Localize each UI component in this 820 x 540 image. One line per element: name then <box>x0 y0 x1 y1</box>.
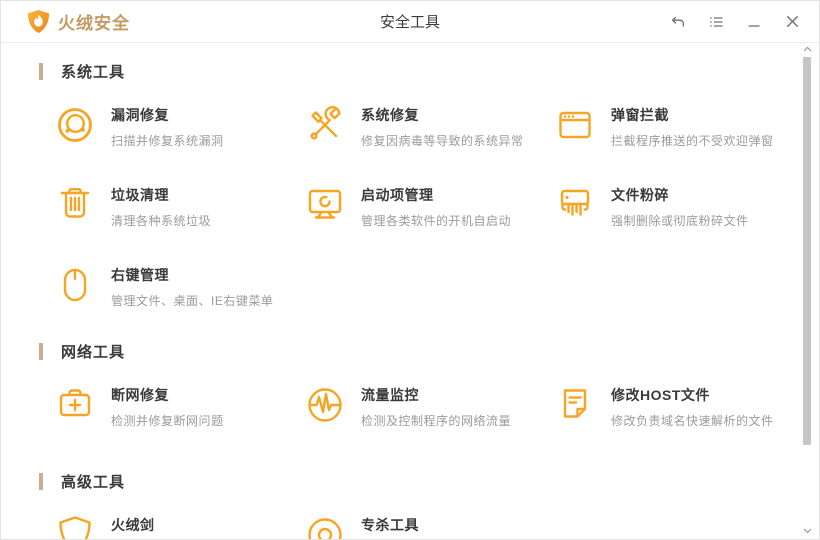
tool-item-special-kill-tool[interactable]: 专杀工具 <box>303 513 553 539</box>
section-accent-bar <box>39 342 43 360</box>
tool-subtitle: 清理各种系统垃圾 <box>111 214 212 228</box>
network-fix-icon <box>53 383 97 427</box>
tool-item-host-file-edit[interactable]: 修改HOST文件修改负责域名快速解析的文件 <box>553 383 809 431</box>
tool-text: 火绒剑 <box>111 513 155 535</box>
scrollbar <box>803 45 812 537</box>
tool-title: 流量监控 <box>361 387 419 403</box>
vulnerability-fix-icon <box>53 103 97 147</box>
right-click-manager-icon <box>53 263 97 307</box>
scroll-down-arrow-icon[interactable] <box>803 526 812 535</box>
brand-name: 火绒安全 <box>58 14 130 33</box>
section-header: 网络工具 <box>39 341 819 361</box>
tool-item-right-click-manager[interactable]: 右键管理管理文件、桌面、IE右键菜单 <box>53 263 303 311</box>
host-file-icon <box>553 383 597 427</box>
section-高级工具: 高级工具火绒剑 专杀工具 <box>1 471 819 539</box>
tool-text: 文件粉碎强制删除或彻底粉碎文件 <box>611 183 749 229</box>
tool-item-junk-clean[interactable]: 垃圾清理清理各种系统垃圾 <box>53 183 303 231</box>
tool-text: 修改HOST文件修改负责域名快速解析的文件 <box>611 383 774 429</box>
tool-subtitle: 管理各类软件的开机自启动 <box>361 214 512 228</box>
window-controls <box>669 13 801 31</box>
scrollbar-thumb[interactable] <box>803 57 811 445</box>
popup-block-icon <box>553 103 597 147</box>
tool-title: 专杀工具 <box>361 517 419 533</box>
tool-subtitle: 强制删除或彻底粉碎文件 <box>611 214 749 228</box>
section-title: 网络工具 <box>61 343 126 361</box>
tool-item-popup-block[interactable]: 弹窗拦截拦截程序推送的不受欢迎弹窗 <box>553 103 809 151</box>
tool-text: 垃圾清理清理各种系统垃圾 <box>111 183 211 229</box>
minimize-icon[interactable] <box>745 13 763 31</box>
section-accent-bar <box>39 472 43 490</box>
tool-subtitle: 检测及控制程序的网络流量 <box>361 414 512 428</box>
section-title: 高级工具 <box>61 473 126 491</box>
tool-title: 启动项管理 <box>361 187 434 203</box>
tool-text: 弹窗拦截拦截程序推送的不受欢迎弹窗 <box>611 103 774 149</box>
tool-title: 修改HOST文件 <box>611 387 710 403</box>
tool-grid: 断网修复检测并修复断网问题 流量监控检测及控制程序的网络流量 修改HOST文件修改负… <box>1 383 819 431</box>
section-accent-bar <box>39 62 43 80</box>
traffic-monitor-icon <box>303 383 347 427</box>
section-网络工具: 网络工具断网修复检测并修复断网问题 流量监控检测及控制程序的网络流量 修改HOST文… <box>1 341 819 431</box>
tool-grid: 漏洞修复扫描并修复系统漏洞 系统修复修复因病毒等导致的系统异常 弹窗拦截拦截程序推送… <box>1 103 819 311</box>
special-kill-icon <box>303 513 347 539</box>
tool-item-startup-manager[interactable]: 启动项管理管理各类软件的开机自启动 <box>303 183 553 231</box>
tool-text: 断网修复检测并修复断网问题 <box>111 383 224 429</box>
huorong-sword-shield-icon <box>53 513 97 539</box>
title-bar: 火绒安全 安全工具 <box>1 1 819 43</box>
huorong-logo-icon <box>27 9 50 34</box>
menu-list-icon[interactable] <box>707 13 725 31</box>
section-title: 系统工具 <box>61 63 126 81</box>
brand: 火绒安全 <box>27 9 130 34</box>
tool-text: 专杀工具 <box>361 513 419 535</box>
tool-title: 右键管理 <box>111 267 169 283</box>
section-header: 系统工具 <box>39 61 819 81</box>
tool-subtitle: 拦截程序推送的不受欢迎弹窗 <box>611 134 774 148</box>
tool-subtitle: 修复因病毒等导致的系统异常 <box>361 134 524 148</box>
tool-text: 启动项管理管理各类软件的开机自启动 <box>361 183 511 229</box>
section-系统工具: 系统工具漏洞修复扫描并修复系统漏洞 系统修复修复因病毒等导致的系统异常 弹窗拦截拦截… <box>1 61 819 311</box>
tool-subtitle: 检测并修复断网问题 <box>111 414 224 428</box>
tool-text: 系统修复修复因病毒等导致的系统异常 <box>361 103 524 149</box>
scroll-up-arrow-icon[interactable] <box>803 45 812 54</box>
tool-item-network-fix[interactable]: 断网修复检测并修复断网问题 <box>53 383 303 431</box>
tool-title: 断网修复 <box>111 387 169 403</box>
tool-title: 火绒剑 <box>111 517 155 533</box>
tool-item-file-shredder[interactable]: 文件粉碎强制删除或彻底粉碎文件 <box>553 183 809 231</box>
system-repair-icon <box>303 103 347 147</box>
tool-grid: 火绒剑 专杀工具 <box>1 513 819 539</box>
tool-subtitle: 管理文件、桌面、IE右键菜单 <box>111 294 274 308</box>
tool-subtitle: 修改负责域名快速解析的文件 <box>611 414 774 428</box>
tool-item-huorong-sword[interactable]: 火绒剑 <box>53 513 303 539</box>
tool-title: 漏洞修复 <box>111 107 169 123</box>
junk-clean-icon <box>53 183 97 227</box>
tools-scroll-area: 系统工具漏洞修复扫描并修复系统漏洞 系统修复修复因病毒等导致的系统异常 弹窗拦截拦截… <box>1 43 819 539</box>
tool-title: 文件粉碎 <box>611 187 669 203</box>
back-arrow-icon[interactable] <box>669 13 687 31</box>
tool-title: 垃圾清理 <box>111 187 169 203</box>
tool-title: 弹窗拦截 <box>611 107 669 123</box>
file-shredder-icon <box>553 183 597 227</box>
startup-manager-icon <box>303 183 347 227</box>
tool-item-system-repair[interactable]: 系统修复修复因病毒等导致的系统异常 <box>303 103 553 151</box>
tool-text: 流量监控检测及控制程序的网络流量 <box>361 383 511 429</box>
close-icon[interactable] <box>783 13 801 31</box>
tool-subtitle: 扫描并修复系统漏洞 <box>111 134 224 148</box>
tool-text: 右键管理管理文件、桌面、IE右键菜单 <box>111 263 273 309</box>
section-header: 高级工具 <box>39 471 819 491</box>
tool-item-vulnerability-fix[interactable]: 漏洞修复扫描并修复系统漏洞 <box>53 103 303 151</box>
tool-title: 系统修复 <box>361 107 419 123</box>
tool-text: 漏洞修复扫描并修复系统漏洞 <box>111 103 224 149</box>
tool-item-traffic-monitor[interactable]: 流量监控检测及控制程序的网络流量 <box>303 383 553 431</box>
